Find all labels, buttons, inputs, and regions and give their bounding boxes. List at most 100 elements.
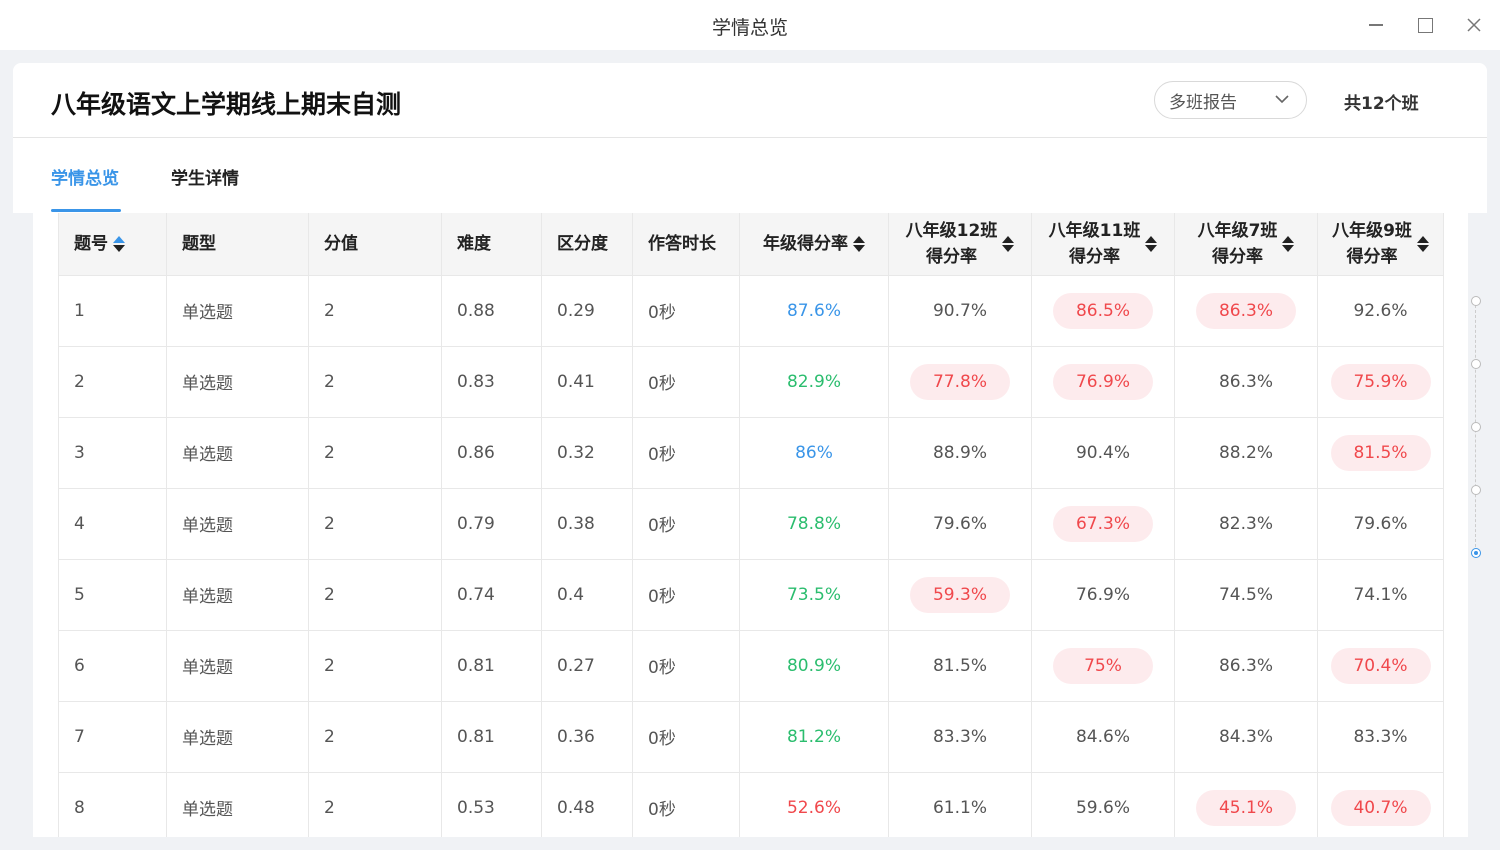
- class-count: 共12个班: [1344, 94, 1419, 114]
- sort-icon[interactable]: [1282, 235, 1295, 252]
- cell-difficulty: 0.79: [441, 488, 542, 560]
- cell-class7-rate: 86.3%: [1174, 346, 1318, 418]
- cell-score: 2: [308, 346, 442, 418]
- cell-class11-rate: 75%: [1031, 630, 1175, 702]
- cell-class7-rate: 45.1%: [1174, 772, 1318, 837]
- col-header-class9-rate[interactable]: 八年级9班 得分率: [1317, 213, 1444, 276]
- cell-question-no: 1: [58, 275, 167, 347]
- maximize-icon[interactable]: [1413, 12, 1437, 38]
- cell-grade-rate: 87.6%: [739, 275, 889, 347]
- cell-type: 单选题: [166, 701, 309, 773]
- table-row: 1 单选题 2 0.88 0.29 0秒 87.6% 90.7% 86.5% 86.3% 92.6%: [58, 275, 1444, 347]
- page-title: 八年级语文上学期线上期末自测: [51, 90, 402, 119]
- cell-class7-rate: 86.3%: [1174, 630, 1318, 702]
- chevron-down-icon: [1275, 95, 1289, 104]
- sort-icon[interactable]: [1416, 235, 1429, 252]
- cell-class7-rate: 86.3%: [1174, 275, 1318, 347]
- grade-rate-value: 87.6%: [786, 300, 841, 321]
- cell-type: 单选题: [166, 630, 309, 702]
- cell-question-no: 8: [58, 772, 167, 837]
- cell-grade-rate: 80.9%: [739, 630, 889, 702]
- cell-class7-rate: 82.3%: [1174, 488, 1318, 560]
- table-body: 1 单选题 2 0.88 0.29 0秒 87.6% 90.7% 86.5% 86.3% 92.6%…: [58, 275, 1444, 837]
- section-nav-dot[interactable]: [1471, 548, 1481, 558]
- cell-duration: 0秒: [632, 701, 740, 773]
- rate-value: 90.7%: [932, 300, 987, 321]
- rate-value: 59.6%: [1075, 797, 1130, 818]
- cell-class9-rate: 81.5%: [1317, 417, 1444, 489]
- rate-value: 86.3%: [1218, 655, 1273, 676]
- col-header-question-no[interactable]: 题号: [58, 213, 167, 276]
- cell-score: 2: [308, 417, 442, 489]
- col-header-difficulty: 难度: [441, 213, 542, 276]
- cell-class12-rate: 88.9%: [888, 417, 1032, 489]
- section-nav-dot[interactable]: [1471, 296, 1481, 306]
- cell-difficulty: 0.74: [441, 559, 542, 631]
- cell-question-no: 4: [58, 488, 167, 560]
- low-rate-badge: 86.5%: [1053, 292, 1153, 329]
- cell-discrimination: 0.38: [541, 488, 633, 560]
- sort-icon[interactable]: [853, 235, 865, 252]
- divider: [13, 137, 1487, 138]
- header-card: 八年级语文上学期线上期末自测 多班报告 共12个班 学情总览 学生详情: [13, 63, 1487, 213]
- window-titlebar: 学情总览: [0, 0, 1500, 50]
- section-nav-dot[interactable]: [1471, 485, 1481, 495]
- cell-discrimination: 0.29: [541, 275, 633, 347]
- cell-class9-rate: 75.9%: [1317, 346, 1444, 418]
- cell-question-no: 2: [58, 346, 167, 418]
- sort-icon[interactable]: [1002, 235, 1015, 252]
- cell-discrimination: 0.27: [541, 630, 633, 702]
- cell-discrimination: 0.4: [541, 559, 633, 631]
- col-header-class11-rate[interactable]: 八年级11班 得分率: [1031, 213, 1175, 276]
- cell-class12-rate: 90.7%: [888, 275, 1032, 347]
- table-row: 8 单选题 2 0.53 0.48 0秒 52.6% 61.1% 59.6% 45.1% 40.7%: [58, 772, 1444, 837]
- low-rate-badge: 67.3%: [1053, 505, 1153, 542]
- col-header-grade-rate[interactable]: 年级得分率: [739, 213, 889, 276]
- cell-class12-rate: 79.6%: [888, 488, 1032, 560]
- rate-value: 81.5%: [932, 655, 987, 676]
- cell-grade-rate: 86%: [739, 417, 889, 489]
- low-rate-badge: 59.3%: [910, 576, 1010, 613]
- report-type-select[interactable]: 多班报告: [1154, 81, 1307, 119]
- cell-type: 单选题: [166, 488, 309, 560]
- cell-class9-rate: 79.6%: [1317, 488, 1444, 560]
- grade-rate-value: 82.9%: [786, 371, 841, 392]
- cell-discrimination: 0.36: [541, 701, 633, 773]
- cell-type: 单选题: [166, 346, 309, 418]
- grade-rate-value: 73.5%: [786, 584, 841, 605]
- col-header-class12-rate[interactable]: 八年级12班 得分率: [888, 213, 1032, 276]
- tab-student-details[interactable]: 学生详情: [171, 164, 239, 189]
- low-rate-badge: 75%: [1053, 647, 1153, 684]
- cell-score: 2: [308, 701, 442, 773]
- rate-value: 88.2%: [1218, 442, 1273, 463]
- question-table-panel: 题号 题型 分值 难度 区分度 作答时长 年级得分率 八年级12班 得分率 八年…: [33, 213, 1468, 837]
- grade-rate-value: 80.9%: [786, 655, 841, 676]
- col-header-class7-rate[interactable]: 八年级7班 得分率: [1174, 213, 1318, 276]
- cell-duration: 0秒: [632, 488, 740, 560]
- section-nav-dot[interactable]: [1471, 359, 1481, 369]
- cell-difficulty: 0.81: [441, 701, 542, 773]
- cell-grade-rate: 78.8%: [739, 488, 889, 560]
- rate-value: 84.6%: [1075, 726, 1130, 747]
- sort-icon[interactable]: [1145, 235, 1158, 252]
- rate-value: 61.1%: [932, 797, 987, 818]
- cell-class9-rate: 70.4%: [1317, 630, 1444, 702]
- cell-class11-rate: 84.6%: [1031, 701, 1175, 773]
- tab-overview[interactable]: 学情总览: [51, 164, 119, 189]
- close-icon[interactable]: [1462, 12, 1486, 38]
- cell-class11-rate: 76.9%: [1031, 346, 1175, 418]
- cell-grade-rate: 52.6%: [739, 772, 889, 837]
- low-rate-badge: 81.5%: [1330, 434, 1431, 471]
- cell-difficulty: 0.86: [441, 417, 542, 489]
- cell-score: 2: [308, 772, 442, 837]
- cell-class12-rate: 61.1%: [888, 772, 1032, 837]
- section-nav-dot[interactable]: [1471, 422, 1481, 432]
- cell-grade-rate: 73.5%: [739, 559, 889, 631]
- cell-score: 2: [308, 559, 442, 631]
- col-header-type: 题型: [166, 213, 309, 276]
- cell-question-no: 3: [58, 417, 167, 489]
- sort-icon[interactable]: [113, 235, 125, 252]
- cell-type: 单选题: [166, 772, 309, 837]
- minimize-icon[interactable]: [1364, 12, 1388, 38]
- rate-value: 83.3%: [1353, 726, 1408, 747]
